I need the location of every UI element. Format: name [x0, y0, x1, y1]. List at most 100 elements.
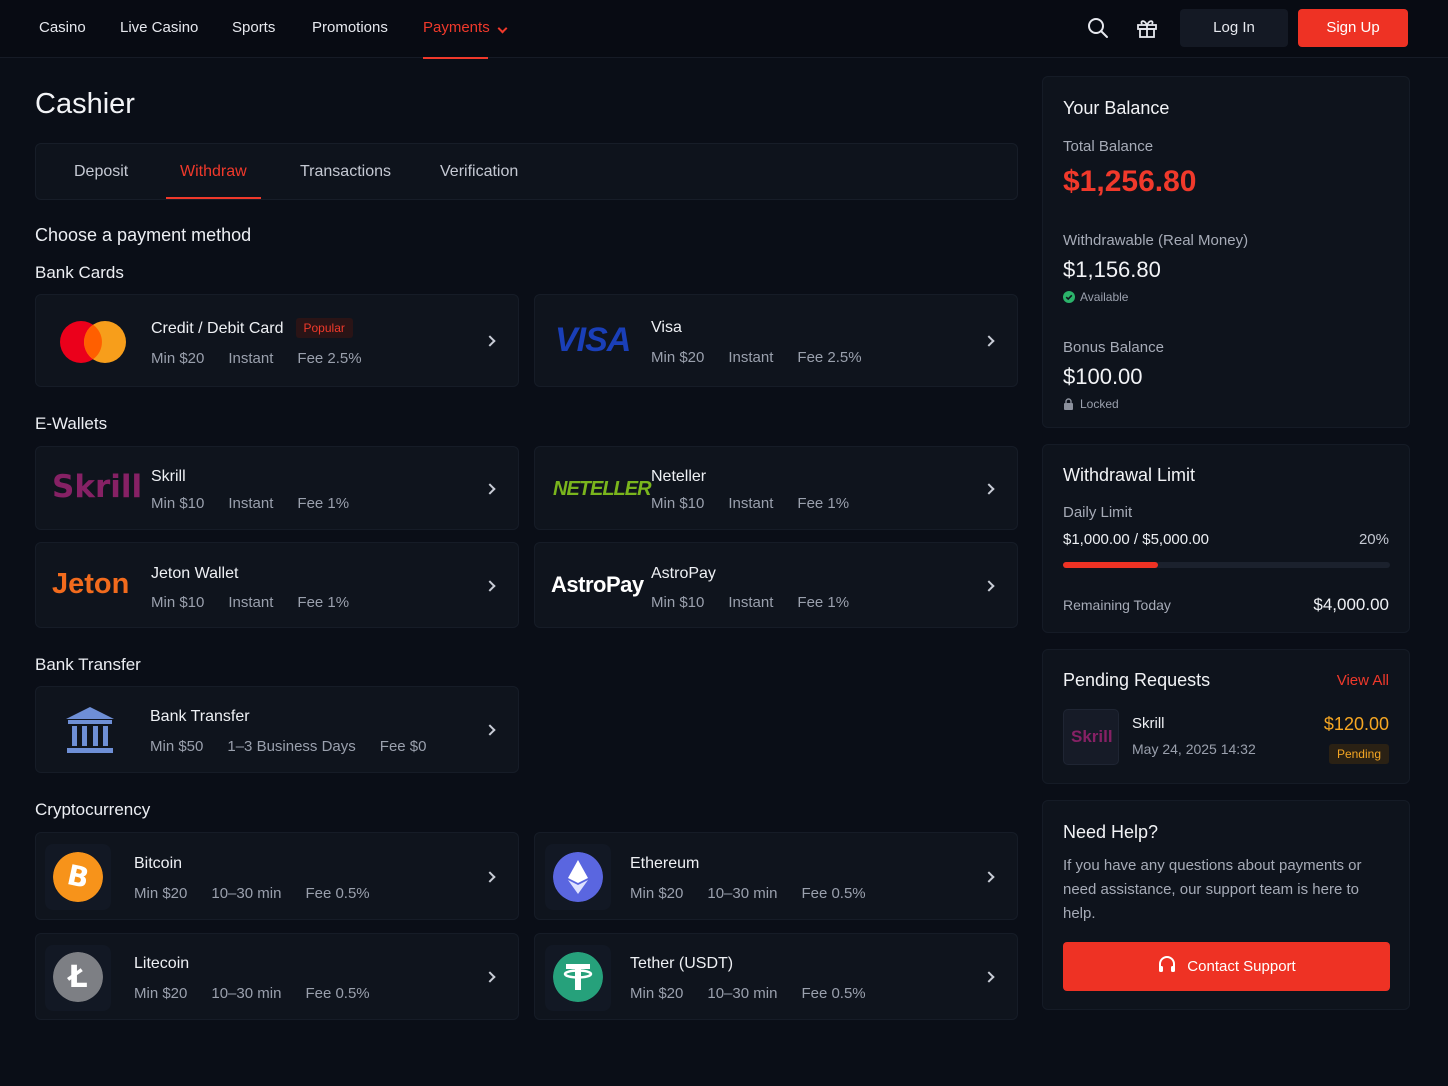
- method-name: AstroPay: [651, 565, 716, 582]
- method-fee: Fee $0: [379, 738, 427, 755]
- method-name: Bank Transfer: [150, 708, 250, 725]
- chevron-right-icon: [983, 335, 995, 347]
- nav-live-casino[interactable]: Live Casino: [120, 0, 198, 58]
- pending-item-date: May 24, 2025 14:32: [1132, 741, 1256, 757]
- method-card-tether[interactable]: Tether (USDT) Min $20 10–30 min Fee 0.5%: [534, 933, 1018, 1020]
- method-card-visa[interactable]: VISA Visa Min $20 Instant Fee 2.5%: [534, 294, 1018, 387]
- bank-icon: [66, 707, 114, 753]
- method-speed: Instant: [728, 594, 774, 611]
- method-card-bitcoin[interactable]: B Bitcoin Min $20 10–30 min Fee 0.5%: [35, 832, 519, 920]
- choose-method-heading: Choose a payment method: [35, 225, 252, 245]
- login-button[interactable]: Log In: [1180, 9, 1288, 47]
- nav-payments[interactable]: Payments: [423, 0, 508, 59]
- method-speed: Instant: [728, 349, 774, 366]
- bonus-balance-value: $100.00: [1063, 364, 1143, 389]
- limit-progress-bar: [1063, 562, 1390, 568]
- chevron-right-icon: [983, 871, 995, 883]
- help-title: Need Help?: [1063, 822, 1159, 842]
- method-min: Min $20: [134, 985, 188, 1002]
- method-speed: 1–3 Business Days: [227, 738, 356, 755]
- page-title: Cashier: [35, 88, 135, 120]
- nav-casino[interactable]: Casino: [39, 0, 86, 58]
- mastercard-logo-icon: [60, 321, 126, 363]
- section-cryptocurrency: Cryptocurrency: [35, 800, 151, 819]
- method-speed: Instant: [228, 594, 274, 611]
- method-speed: 10–30 min: [707, 985, 778, 1002]
- skrill-logo-icon: Skrill: [52, 469, 143, 505]
- method-name: Ethereum: [630, 855, 700, 872]
- method-min: Min $20: [630, 985, 684, 1002]
- section-ewallets: E-Wallets: [35, 414, 108, 433]
- method-speed: 10–30 min: [211, 885, 282, 902]
- method-name: Neteller: [651, 468, 707, 485]
- tab-deposit[interactable]: Deposit: [60, 144, 142, 199]
- method-fee: Fee 0.5%: [801, 985, 866, 1002]
- method-card-litecoin[interactable]: Ł Litecoin Min $20 10–30 min Fee 0.5%: [35, 933, 519, 1020]
- withdrawal-limit-panel: Withdrawal Limit Daily Limit $1,000.00 /…: [1042, 444, 1410, 633]
- method-card-jeton[interactable]: Jeton Jeton Wallet Min $10 Instant Fee 1%: [35, 542, 519, 628]
- nav-promotions[interactable]: Promotions: [312, 0, 388, 58]
- neteller-logo-icon: NETELLER: [553, 478, 652, 500]
- method-name: Skrill: [151, 468, 186, 485]
- nav-payments-label: Payments: [423, 19, 490, 36]
- method-min: Min $20: [630, 885, 684, 902]
- chevron-down-icon: [497, 23, 508, 34]
- method-card-neteller[interactable]: NETELLER Neteller Min $10 Instant Fee 1%: [534, 446, 1018, 530]
- gift-icon[interactable]: [1135, 16, 1159, 40]
- chevron-right-icon: [484, 580, 496, 592]
- view-all-link[interactable]: View All: [1337, 672, 1389, 689]
- tab-verification[interactable]: Verification: [426, 144, 532, 199]
- method-fee: Fee 2.5%: [797, 349, 862, 366]
- limit-progress-fill: [1063, 562, 1158, 568]
- method-name-text: Credit / Debit Card: [151, 320, 284, 337]
- tab-transactions[interactable]: Transactions: [286, 144, 405, 199]
- method-meta: Min $20 Instant Fee 2.5%: [151, 350, 386, 367]
- method-meta: Min $20 10–30 min Fee 0.5%: [630, 885, 890, 902]
- method-meta: Min $10 Instant Fee 1%: [651, 594, 873, 611]
- help-text: If you have any questions about payments…: [1063, 857, 1362, 922]
- method-min: Min $20: [151, 350, 205, 367]
- method-card-skrill[interactable]: Skrill Skrill Min $10 Instant Fee 1%: [35, 446, 519, 530]
- method-fee: Fee 1%: [297, 495, 350, 512]
- method-fee: Fee 2.5%: [297, 350, 362, 367]
- method-min: Min $10: [151, 495, 205, 512]
- pending-requests-title: Pending Requests: [1063, 670, 1211, 690]
- bitcoin-icon: B: [53, 852, 103, 902]
- method-meta: Min $50 1–3 Business Days Fee $0: [150, 738, 450, 755]
- locked-status: Locked: [1063, 397, 1119, 411]
- popular-badge: Popular: [295, 318, 353, 338]
- withdrawal-limit-title: Withdrawal Limit: [1063, 465, 1196, 485]
- daily-limit-label: Daily Limit: [1063, 504, 1133, 521]
- method-speed: 10–30 min: [707, 885, 778, 902]
- bonus-balance-label: Bonus Balance: [1063, 339, 1164, 356]
- remaining-today-label: Remaining Today: [1063, 597, 1171, 613]
- method-name: Visa: [651, 319, 682, 336]
- locked-text: Locked: [1080, 397, 1119, 411]
- chevron-right-icon: [484, 871, 496, 883]
- signup-button[interactable]: Sign Up: [1298, 9, 1408, 47]
- balance-panel: Your Balance Total Balance $1,256.80 Wit…: [1042, 76, 1410, 428]
- method-min: Min $20: [134, 885, 188, 902]
- method-card-astropay[interactable]: AstroPay AstroPay Min $10 Instant Fee 1%: [534, 542, 1018, 628]
- method-meta: Min $20 Instant Fee 2.5%: [651, 349, 886, 366]
- method-speed: Instant: [728, 495, 774, 512]
- method-card-ethereum[interactable]: Ethereum Min $20 10–30 min Fee 0.5%: [534, 832, 1018, 920]
- method-card-bank-transfer[interactable]: Bank Transfer Min $50 1–3 Business Days Fe…: [35, 686, 519, 773]
- method-name: Credit / Debit Card Popular: [151, 318, 353, 339]
- method-card-credit-debit[interactable]: Credit / Debit Card Popular Min $20 Instan…: [35, 294, 519, 387]
- method-name: Jeton Wallet: [151, 565, 239, 582]
- method-min: Min $10: [651, 594, 705, 611]
- tab-withdraw[interactable]: Withdraw: [166, 144, 261, 199]
- total-balance-value: $1,256.80: [1063, 165, 1197, 198]
- method-meta: Min $20 10–30 min Fee 0.5%: [134, 885, 394, 902]
- contact-support-button[interactable]: Contact Support: [1063, 942, 1390, 991]
- search-icon[interactable]: [1086, 16, 1110, 40]
- jeton-logo-icon: Jeton: [52, 568, 130, 600]
- withdrawable-value: $1,156.80: [1063, 257, 1161, 282]
- daily-limit-percent: 20%: [1358, 531, 1389, 548]
- pending-item-amount: $120.00: [1323, 714, 1389, 734]
- method-speed: Instant: [228, 495, 274, 512]
- method-name: Tether (USDT): [630, 955, 734, 972]
- nav-sports[interactable]: Sports: [232, 0, 275, 58]
- help-panel: Need Help? If you have any questions abo…: [1042, 800, 1410, 1010]
